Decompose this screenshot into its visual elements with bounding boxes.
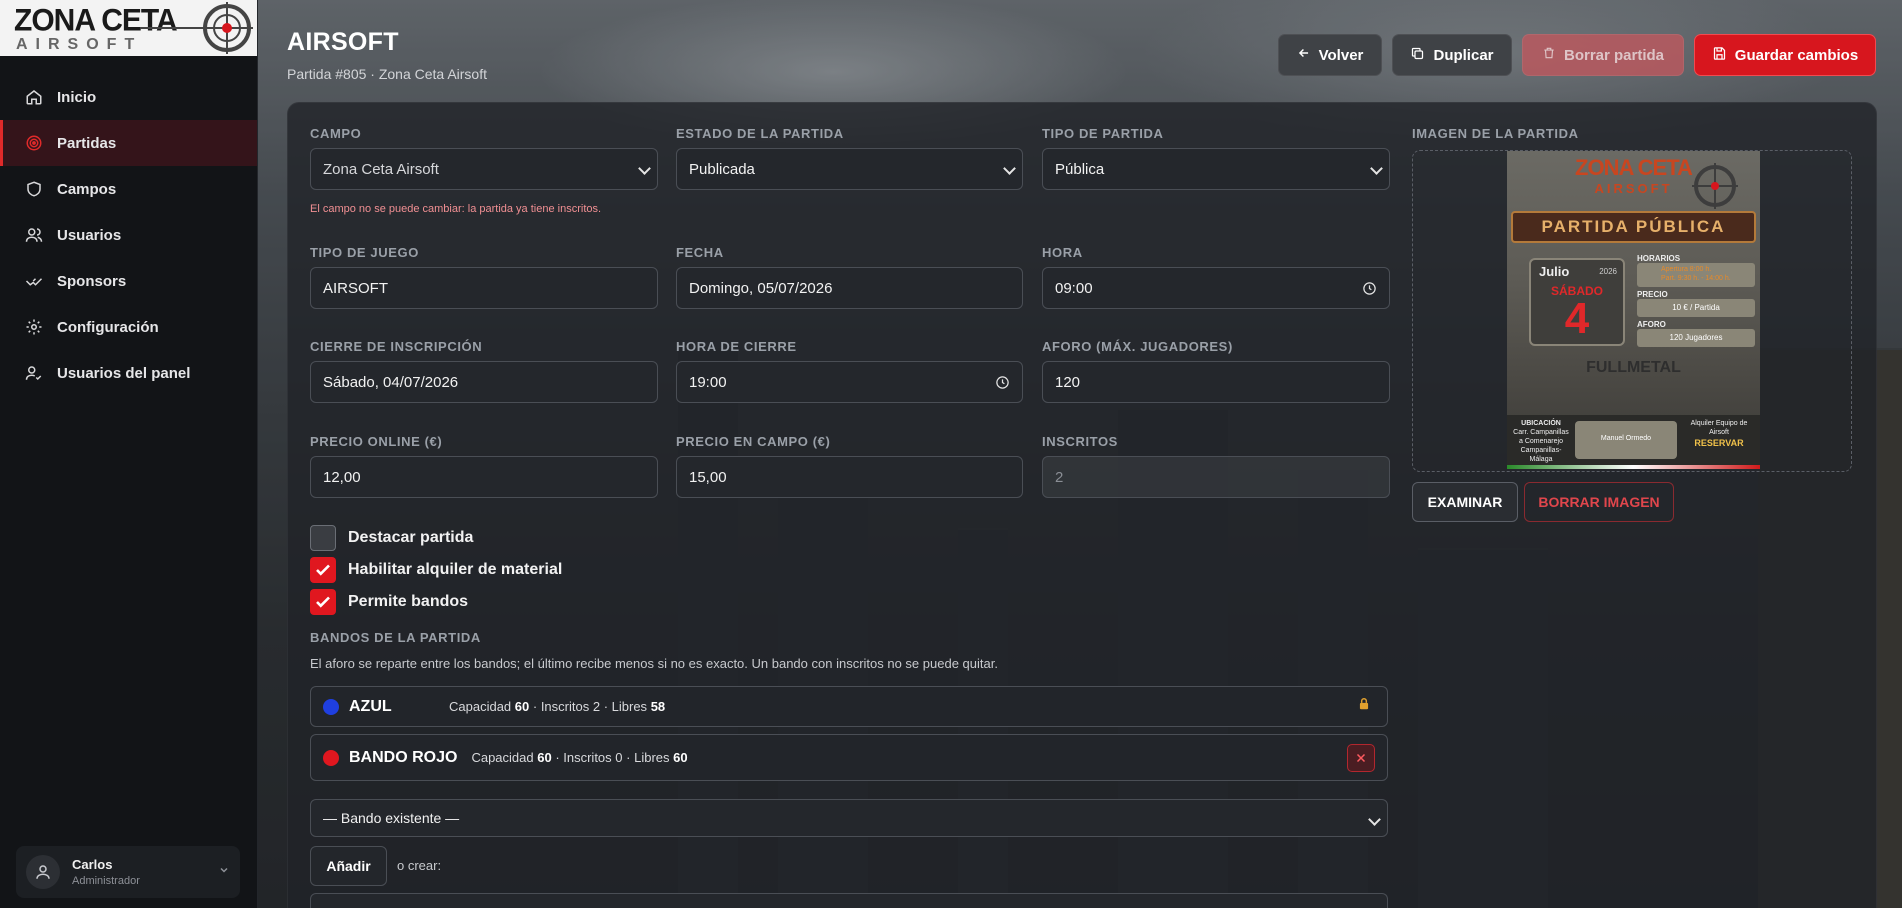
- bando-row-azul: AZUL Capacidad 60 · Inscritos 2 · Libres…: [310, 686, 1388, 727]
- bandos-checkbox[interactable]: [310, 589, 336, 615]
- bando-stats: Capacidad 60 · Inscritos 0 · Libres 60: [471, 750, 688, 765]
- bando-color-dot: [323, 749, 339, 766]
- precio-campo-input[interactable]: 15,00: [676, 456, 1023, 498]
- browse-image-button[interactable]: EXAMINAR: [1412, 482, 1518, 522]
- shield-icon: [24, 179, 44, 199]
- save-button[interactable]: Guardar cambios: [1694, 34, 1876, 76]
- crosshair-icon: [201, 2, 253, 54]
- bando-existente-select[interactable]: — Bando existente —: [310, 799, 1388, 837]
- bandos-description: El aforo se reparte entre los bandos; el…: [310, 656, 998, 671]
- sidebar-item-label: Usuarios del panel: [57, 364, 191, 382]
- copy-icon: [1410, 46, 1425, 65]
- campo-hint: El campo no se puede cambiar: la partida…: [310, 203, 602, 215]
- or-create-label: o crear:: [397, 858, 442, 873]
- user-check-icon: [24, 363, 44, 383]
- sidebar-item-label: Partidas: [57, 134, 117, 152]
- precio-online-label: PRECIO ONLINE (€): [310, 434, 443, 449]
- bando-stats: Capacidad 60 · Inscritos 2 · Libres 58: [449, 699, 666, 714]
- users-icon: [24, 225, 44, 245]
- estado-label: ESTADO DE LA PARTIDA: [676, 126, 844, 141]
- clock-icon[interactable]: [1362, 281, 1377, 300]
- sidebar-item-usuarios-panel[interactable]: Usuarios del panel: [0, 350, 257, 396]
- fecha-input[interactable]: Domingo, 05/07/2026: [676, 267, 1023, 309]
- sidebar-item-inicio[interactable]: Inicio: [0, 74, 257, 120]
- check-icon: [316, 564, 330, 576]
- precio-online-input[interactable]: 12,00: [310, 456, 658, 498]
- page-subtitle: Partida #805 · Zona Ceta Airsoft: [287, 66, 487, 82]
- precio-campo-label: PRECIO EN CAMPO (€): [676, 434, 831, 449]
- sidebar-item-label: Usuarios: [57, 226, 122, 244]
- back-button[interactable]: Volver: [1278, 34, 1382, 76]
- remove-bando-button[interactable]: [1347, 743, 1375, 772]
- event-poster-image: ZONA CETA AIRSOFT PARTIDA PÚBLICA Julio …: [1507, 151, 1760, 469]
- chevron-down-icon: [218, 863, 230, 881]
- aforo-label: AFORO (MÁX. JUGADORES): [1042, 339, 1233, 354]
- user-name: Carlos: [72, 857, 113, 872]
- target-icon: [24, 133, 44, 153]
- sidebar-item-configuracion[interactable]: Configuración: [0, 304, 257, 350]
- estado-select[interactable]: Publicada: [676, 148, 1023, 190]
- sidebar-item-campos[interactable]: Campos: [0, 166, 257, 212]
- duplicate-button[interactable]: Duplicar: [1392, 34, 1512, 76]
- hora-input[interactable]: 09:00: [1042, 267, 1390, 309]
- check-icon: [316, 596, 330, 608]
- campo-select[interactable]: Zona Ceta Airsoft: [310, 148, 658, 190]
- lock-icon: [1357, 697, 1371, 716]
- aforo-input[interactable]: 120: [1042, 361, 1390, 403]
- sidebar-item-label: Inicio: [57, 88, 97, 106]
- brand-logo[interactable]: ZONA CETA AIRSOFT: [0, 0, 257, 56]
- clock-icon[interactable]: [995, 375, 1010, 394]
- alquiler-checkbox-row[interactable]: Habilitar alquiler de material: [310, 557, 562, 583]
- crosshair-icon: [1692, 163, 1738, 209]
- tipo-juego-input[interactable]: AIRSOFT: [310, 267, 658, 309]
- handshake-icon: [24, 271, 44, 291]
- trash-icon: [1542, 46, 1556, 64]
- bandos-checkbox-row[interactable]: Permite bandos: [310, 589, 468, 615]
- gear-icon: [24, 317, 44, 337]
- user-menu[interactable]: Carlos Administrador: [16, 846, 240, 898]
- alquiler-checkbox[interactable]: [310, 557, 336, 583]
- tipo-partida-label: TIPO DE PARTIDA: [1042, 126, 1164, 141]
- cierre-label: CIERRE DE INSCRIPCIÓN: [310, 339, 483, 354]
- sidebar-item-partidas[interactable]: Partidas: [0, 120, 257, 166]
- tipo-partida-select[interactable]: Pública: [1042, 148, 1390, 190]
- sidebar-nav: Inicio Partidas Campos Usuarios Sponsors…: [0, 74, 257, 396]
- sidebar-item-usuarios[interactable]: Usuarios: [0, 212, 257, 258]
- sidebar-item-label: Sponsors: [57, 272, 127, 290]
- sidebar: ZONA CETA AIRSOFT Inicio Partidas Campos…: [0, 0, 258, 908]
- sidebar-item-label: Configuración: [57, 318, 159, 336]
- new-bando-input[interactable]: [310, 893, 1388, 908]
- arrow-left-icon: [1297, 46, 1311, 64]
- cierre-input[interactable]: Sábado, 04/07/2026: [310, 361, 658, 403]
- sidebar-item-label: Campos: [57, 180, 117, 198]
- user-role: Administrador: [72, 875, 140, 887]
- destacar-checkbox-row[interactable]: Destacar partida: [310, 525, 473, 551]
- imagen-label: IMAGEN DE LA PARTIDA: [1412, 126, 1579, 141]
- inscritos-input: 2: [1042, 456, 1390, 498]
- bandos-title: BANDOS DE LA PARTIDA: [310, 630, 481, 645]
- home-icon: [24, 87, 44, 107]
- sidebar-item-sponsors[interactable]: Sponsors: [0, 258, 257, 304]
- inscritos-label: INSCRITOS: [1042, 434, 1118, 449]
- tipo-juego-label: TIPO DE JUEGO: [310, 245, 419, 260]
- avatar: [26, 855, 60, 889]
- destacar-checkbox[interactable]: [310, 525, 336, 551]
- add-bando-button[interactable]: Añadir: [310, 846, 387, 886]
- hora-cierre-label: HORA DE CIERRE: [676, 339, 797, 354]
- hora-cierre-input[interactable]: 19:00: [676, 361, 1023, 403]
- bando-color-dot: [323, 698, 339, 715]
- hora-label: HORA: [1042, 245, 1083, 260]
- page-title: AIRSOFT: [287, 28, 399, 56]
- close-icon: [1356, 753, 1366, 762]
- remove-image-button[interactable]: BORRAR IMAGEN: [1524, 482, 1674, 522]
- save-icon: [1712, 46, 1727, 65]
- bando-row-rojo: BANDO ROJO Capacidad 60 · Inscritos 0 · …: [310, 734, 1388, 781]
- fecha-label: FECHA: [676, 245, 724, 260]
- campo-label: CAMPO: [310, 126, 362, 141]
- delete-button[interactable]: Borrar partida: [1522, 34, 1684, 76]
